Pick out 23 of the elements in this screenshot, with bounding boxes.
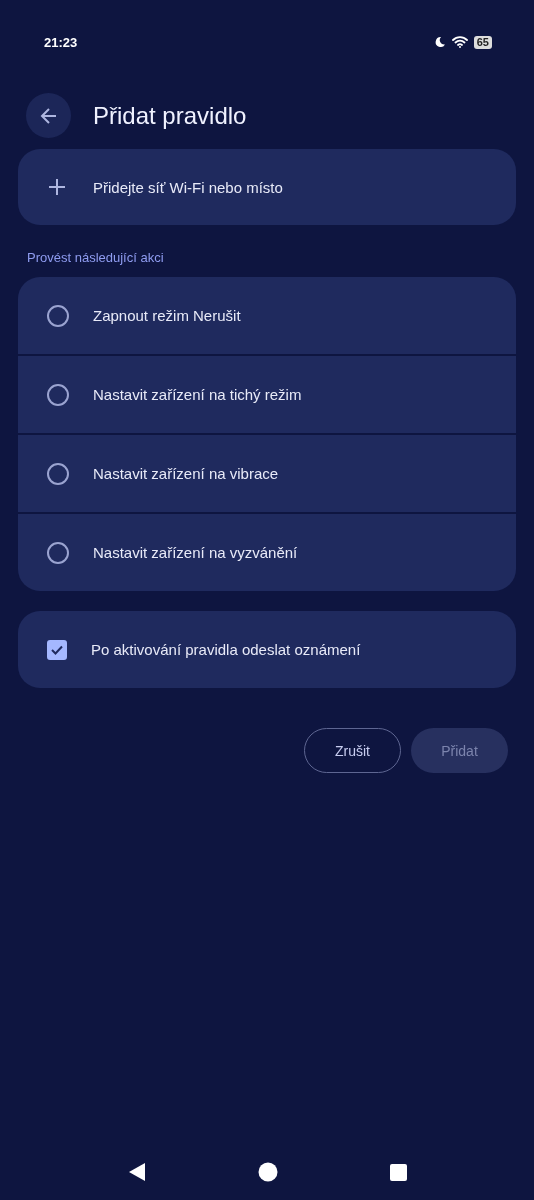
notify-option[interactable]: Po aktivování pravidla odeslat oznámení — [18, 611, 516, 688]
wifi-icon — [451, 36, 468, 48]
back-button[interactable] — [26, 93, 71, 138]
radio-button[interactable] — [47, 541, 69, 564]
recents-nav-icon[interactable] — [389, 1163, 407, 1181]
add-trigger-button[interactable]: Přidejte síť Wi-Fi nebo místo — [18, 149, 516, 225]
back-nav-icon[interactable] — [127, 1162, 146, 1182]
action-option[interactable]: Nastavit zařízení na tichý režim — [18, 356, 516, 433]
section-label: Provést následující akci — [27, 250, 165, 265]
status-time: 21:23 — [44, 34, 78, 50]
plus-icon — [48, 178, 66, 196]
radio-button[interactable] — [47, 383, 69, 406]
checkbox[interactable] — [47, 639, 67, 660]
radio-button[interactable] — [47, 304, 69, 327]
home-nav-icon[interactable] — [257, 1162, 278, 1182]
action-option[interactable]: Nastavit zařízení na vyzvánění — [18, 514, 516, 591]
action-option[interactable]: Nastavit zařízení na vibrace — [18, 435, 516, 512]
page-title: Přidat pravidlo — [93, 101, 247, 130]
arrow-left-icon — [38, 105, 59, 126]
action-option[interactable]: Zapnout režim Nerušit — [18, 277, 516, 354]
battery-level: 65 — [473, 35, 492, 49]
radio-button[interactable] — [47, 462, 69, 485]
moon-icon — [433, 36, 446, 48]
